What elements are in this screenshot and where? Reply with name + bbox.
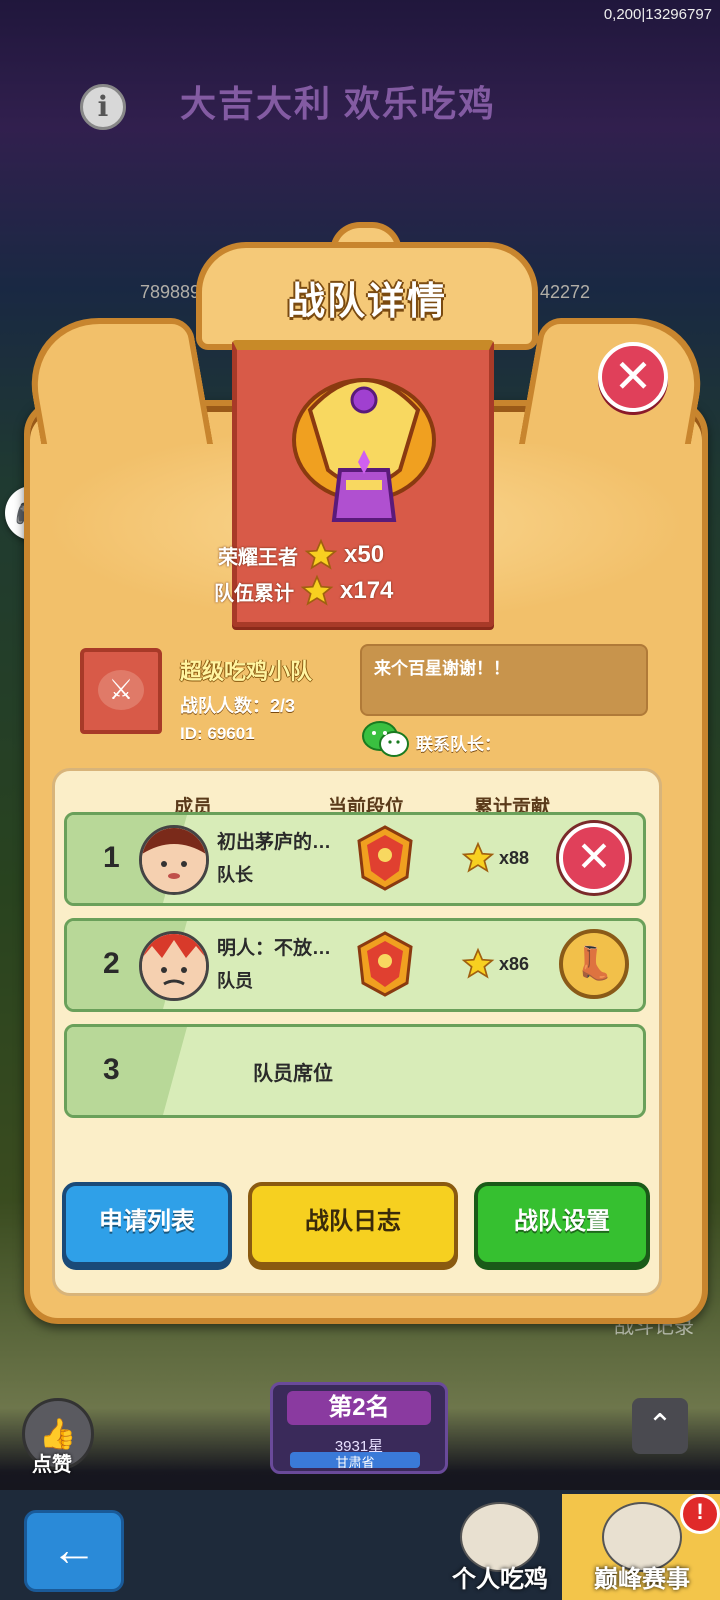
tab-peak-label: 巅峰赛事: [594, 1566, 690, 1593]
team-member-count: 战队人数：2/3: [180, 696, 296, 716]
team-total-count: x174: [340, 577, 394, 604]
row-number: 2: [103, 947, 120, 980]
contact-captain-label: 联系队长：: [416, 735, 501, 754]
member-name: 初出茅庐的…: [217, 832, 332, 853]
close-icon: ✕: [613, 350, 653, 402]
alert-badge: !: [680, 1494, 720, 1534]
background-score-right: 42272: [540, 282, 591, 302]
kick-button[interactable]: ✕: [559, 823, 629, 893]
close-button[interactable]: ✕: [598, 342, 668, 412]
row-number: 1: [103, 841, 120, 874]
star-icon: [461, 841, 495, 873]
team-name: 超级吃鸡小队: [180, 659, 313, 684]
team-flag: ⚔: [80, 648, 162, 734]
star-icon: [304, 538, 338, 570]
team-total-label: 队伍累计: [214, 582, 294, 605]
avatar: [139, 825, 209, 895]
contribution-count: x88: [499, 847, 530, 868]
boot-icon: 👢: [574, 945, 614, 981]
row-number: 3: [103, 1053, 120, 1086]
debug-text: 0,200|13296797: [603, 6, 712, 23]
star-icon: [300, 574, 334, 606]
team-total-row: 队伍累计 x174: [214, 574, 393, 608]
member-role: 队员: [217, 971, 253, 991]
apply-list-button[interactable]: 申请列表: [62, 1182, 232, 1266]
background-score-left: 789889: [140, 282, 201, 302]
member-contribution: x86: [461, 947, 529, 981]
team-note-text: 来个百星谢谢！！: [374, 659, 510, 678]
star-icon: [461, 947, 495, 979]
boot-button[interactable]: 👢: [559, 929, 629, 999]
member-row[interactable]: 1 初出茅庐的… 队长 x88 ✕: [64, 812, 646, 906]
chevron-up-icon: ⌃: [647, 1409, 673, 1442]
honor-row: 荣耀王者 x50: [218, 538, 384, 572]
dragon-trophy-icon: [292, 378, 436, 522]
team-emblem-icon: ⚔: [98, 670, 144, 710]
team-log-button[interactable]: 战队日志: [248, 1182, 458, 1266]
rank-badge-icon: [357, 931, 413, 997]
empty-seat-label: 队员席位: [253, 1063, 333, 1085]
close-icon: ✕: [576, 833, 612, 880]
honor-label: 荣耀王者: [218, 546, 298, 569]
rank-title: 第2名: [287, 1391, 431, 1425]
info-icon[interactable]: i: [80, 84, 126, 130]
rank-badge-icon: [357, 825, 413, 891]
member-role: 队长: [217, 865, 253, 885]
honor-count: x50: [344, 541, 385, 568]
member-row[interactable]: 2 明人：不放… 队员 x86 👢: [64, 918, 646, 1012]
tab-personal-label: 个人吃鸡: [452, 1566, 548, 1593]
team-settings-button[interactable]: 战队设置: [474, 1182, 650, 1266]
like-label: 点赞: [32, 1454, 72, 1476]
wechat-icon[interactable]: [362, 720, 410, 758]
scroll-up-button[interactable]: ⌃: [632, 1398, 688, 1454]
back-button[interactable]: ←: [24, 1510, 124, 1592]
arrow-left-icon: ←: [51, 1523, 97, 1575]
modal-title: 战队详情: [286, 281, 447, 323]
member-name: 明人：不放…: [217, 938, 332, 959]
team-id: ID: 69601: [180, 724, 255, 743]
avatar: [139, 931, 209, 1001]
empty-seat-row[interactable]: 3 队员席位: [64, 1024, 646, 1118]
background-title: 大吉大利 欢乐吃鸡: [180, 83, 497, 124]
rank-region: 甘肃省: [290, 1452, 420, 1468]
contribution-count: x86: [499, 953, 530, 974]
thumbs-up-icon: 👍: [39, 1417, 77, 1451]
tab-personal[interactable]: 个人吃鸡: [420, 1494, 580, 1600]
team-note: 来个百星谢谢！！: [360, 644, 648, 716]
member-contribution: x88: [461, 841, 529, 875]
